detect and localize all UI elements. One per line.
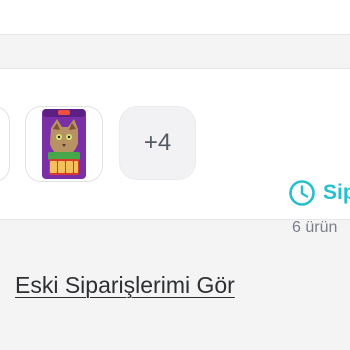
old-orders-link[interactable]: Eski Siparişlerimi Gör [15,270,235,300]
product-thumbnail-partial[interactable] [0,106,10,182]
item-count: 6 ürün [292,219,338,236]
status-label: Sip [323,181,350,204]
order-card[interactable]: +4 Sip 6 ürün [0,68,350,236]
order-status: Sip [288,179,350,211]
order-history-page: +4 Sip 6 ürün Eski Siparişlerimi Gör [0,0,350,350]
product-thumbnail[interactable] [25,106,103,182]
top-card [0,0,350,35]
product-image [42,109,86,179]
clock-icon [289,180,315,206]
more-items-count[interactable]: +4 [119,106,196,180]
